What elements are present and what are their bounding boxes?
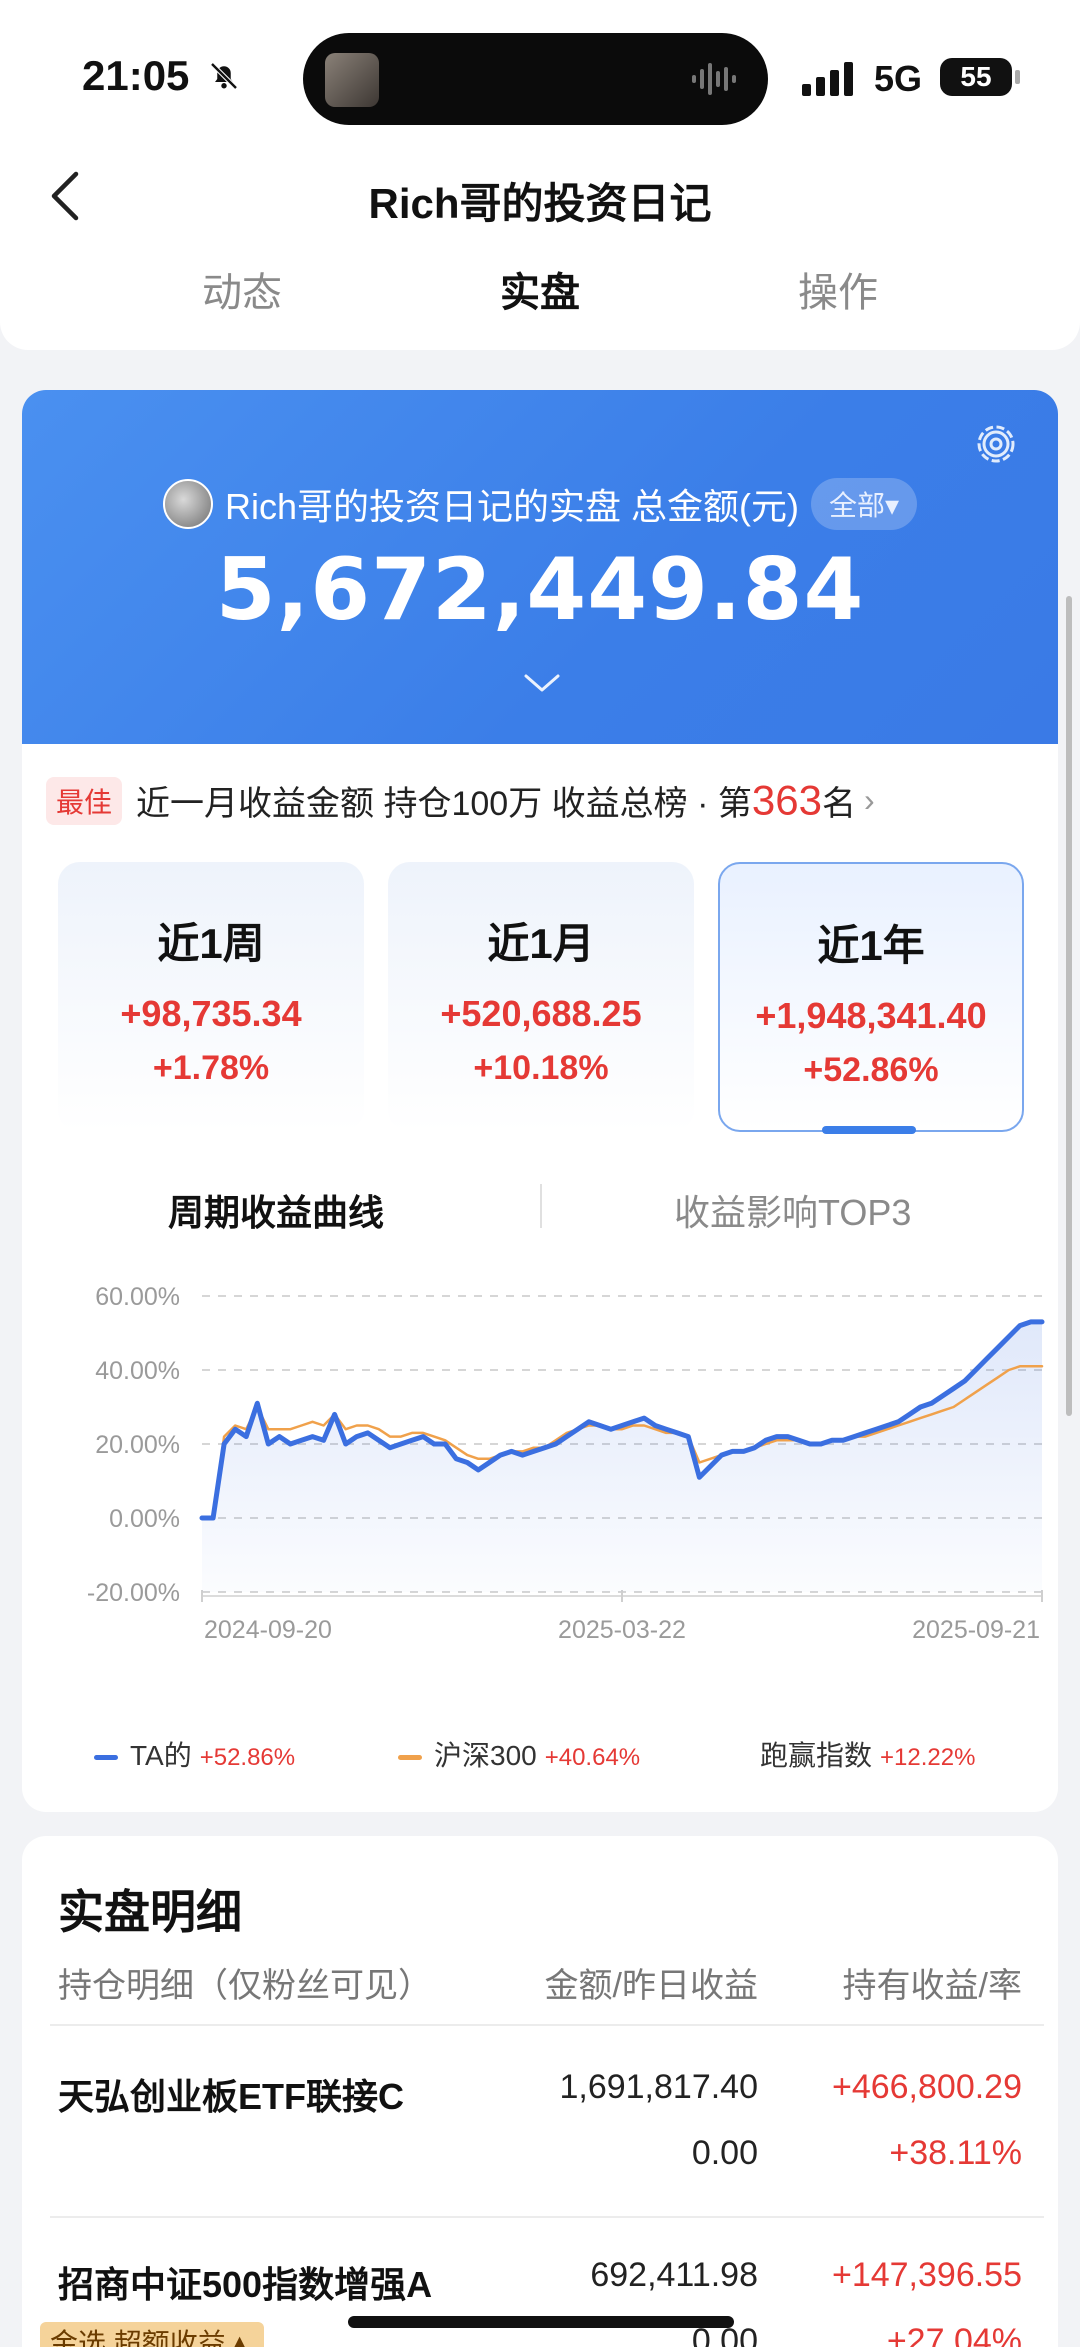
home-indicator[interactable] bbox=[348, 2316, 734, 2328]
period-name: 近1月 bbox=[487, 920, 595, 967]
legend-label: TA的 bbox=[130, 1740, 192, 1771]
dynamic-island[interactable] bbox=[303, 33, 768, 125]
y-tick-label: 40.00% bbox=[95, 1357, 180, 1385]
audio-wave-icon bbox=[692, 63, 736, 95]
tab-return-curve[interactable]: 周期收益曲线 bbox=[168, 1184, 384, 1236]
chevron-down-icon[interactable] bbox=[522, 670, 562, 696]
summary-header: Rich哥的投资日记的实盘 总金额(元) 全部▾ bbox=[22, 478, 1058, 530]
tab-feed[interactable]: 动态 bbox=[142, 260, 342, 318]
summary-label: Rich哥的投资日记的实盘 总金额(元) bbox=[224, 486, 799, 527]
ranking-text: 近一月收益金额 持仓100万 收益总榜 · 第 bbox=[136, 785, 752, 823]
y-tick-label: 20.00% bbox=[95, 1431, 180, 1459]
period-percent: +1.78% bbox=[152, 1049, 270, 1087]
fund-amount: 692,411.98 bbox=[590, 2256, 758, 2294]
gear-icon[interactable] bbox=[970, 418, 1022, 470]
fund-tag: 金选 超额收益▲ bbox=[40, 2322, 264, 2347]
tab-portfolio[interactable]: 实盘 bbox=[440, 260, 640, 318]
y-tick-label: 60.00% bbox=[95, 1283, 180, 1311]
legend-value: +52.86% bbox=[199, 1744, 296, 1771]
fund-yesterday: 0.00 bbox=[691, 2134, 758, 2172]
divider bbox=[50, 2216, 1044, 2218]
now-playing-thumbnail bbox=[325, 53, 379, 107]
legend-value: +40.64% bbox=[544, 1744, 641, 1771]
legend-swatch bbox=[94, 1755, 118, 1761]
period-amount: +520,688.25 bbox=[440, 993, 642, 1034]
y-tick-label: -20.00% bbox=[87, 1579, 180, 1607]
divider bbox=[50, 2024, 1044, 2026]
legend-swatch bbox=[398, 1755, 422, 1761]
fund-name: 招商中证500指数增强A bbox=[58, 2264, 433, 2305]
battery-icon: 55 bbox=[940, 58, 1020, 96]
x-tick-label: 2024-09-20 bbox=[204, 1616, 332, 1644]
ranking-suffix: 名 bbox=[821, 785, 856, 823]
legend-value: +12.22% bbox=[880, 1744, 976, 1771]
portfolio-summary: Rich哥的投资日记的实盘 总金额(元) 全部▾ 5,672,449.84 bbox=[22, 390, 1058, 744]
legend-label: 跑赢指数 bbox=[760, 1740, 873, 1771]
period-card-year[interactable]: 近1年 +1,948,341.40 +52.86% bbox=[718, 862, 1024, 1132]
period-name: 近1年 bbox=[817, 922, 925, 969]
fund-amount: 1,691,817.40 bbox=[559, 2068, 758, 2106]
period-percent: +10.18% bbox=[473, 1049, 609, 1087]
signal-icon bbox=[802, 62, 853, 96]
holdings-card: 实盘明细 持仓明细（仅粉丝可见） 金额/昨日收益 持有收益/率 天弘创业板ETF… bbox=[22, 1836, 1058, 2347]
return-curve-chart[interactable]: 60.00% 40.00% 20.00% 0.00% -20.00% 2024-09-20… bbox=[62, 1274, 1052, 1694]
x-tick-label: 2025-03-22 bbox=[558, 1616, 686, 1644]
period-card-month[interactable]: 近1月 +520,688.25 +10.18% bbox=[388, 862, 694, 1132]
best-badge: 最佳 bbox=[46, 776, 123, 825]
legend-ta: TA的 +52.86% bbox=[94, 1734, 295, 1774]
period-amount: +1,948,341.40 bbox=[755, 995, 987, 1036]
legend-label: 沪深300 bbox=[434, 1740, 537, 1771]
column-header-gain: 持有收益/率 bbox=[842, 1967, 1022, 2005]
period-card-week[interactable]: 近1周 +98,735.34 +1.78% bbox=[58, 862, 364, 1132]
clock: 21:05 bbox=[82, 52, 190, 99]
nav-header: Rich哥的投资日记 动态 实盘 操作 bbox=[0, 150, 1080, 350]
fund-rate: +27.04% bbox=[886, 2322, 1022, 2347]
period-percent: +52.86% bbox=[803, 1051, 939, 1089]
legend-csi300: 沪深300 +40.64% bbox=[398, 1734, 640, 1774]
avatar[interactable] bbox=[162, 479, 213, 529]
period-name: 近1周 bbox=[157, 920, 265, 967]
tab-top3-impact[interactable]: 收益影响TOP3 bbox=[674, 1184, 911, 1236]
fund-rate: +38.11% bbox=[889, 2134, 1022, 2172]
tab-divider bbox=[540, 1184, 542, 1228]
page-title: Rich哥的投资日记 bbox=[368, 180, 712, 227]
fund-gain: +147,396.55 bbox=[831, 2256, 1022, 2294]
chevron-right-icon: › bbox=[863, 782, 875, 818]
column-header-amount: 金额/昨日收益 bbox=[544, 1967, 758, 2005]
performance-card: 最佳 近一月收益金额 持仓100万 收益总榜 · 第363名 › 近1周 +98,7… bbox=[22, 744, 1058, 1812]
series-area-fill bbox=[202, 1321, 1042, 1592]
fund-name: 天弘创业板ETF联接C bbox=[58, 2076, 404, 2117]
column-header-holding: 持仓明细（仅粉丝可见） bbox=[58, 1967, 432, 2005]
fund-gain: +466,800.29 bbox=[831, 2068, 1022, 2106]
total-amount: 5,672,449.84 bbox=[215, 540, 865, 640]
network-type: 5G bbox=[874, 58, 923, 99]
status-bar: 21:05 5G 55 bbox=[0, 0, 1080, 150]
ranking-row[interactable]: 最佳 近一月收益金额 持仓100万 收益总榜 · 第363名 › bbox=[46, 776, 1036, 826]
tab-operations[interactable]: 操作 bbox=[738, 260, 938, 318]
tab-bar: 动态 实盘 操作 bbox=[0, 260, 1080, 330]
x-tick-label: 2025-09-21 bbox=[912, 1616, 1040, 1644]
period-selected-indicator bbox=[822, 1126, 916, 1134]
ranking-number: 363 bbox=[751, 776, 822, 824]
scrollbar[interactable] bbox=[1066, 596, 1072, 1416]
period-amount: +98,735.34 bbox=[120, 993, 302, 1034]
scope-dropdown[interactable]: 全部▾ bbox=[810, 478, 918, 530]
y-tick-label: 0.00% bbox=[109, 1505, 180, 1533]
legend-outperform: 跑赢指数 +12.22% bbox=[760, 1734, 975, 1774]
bell-muted-icon bbox=[210, 62, 238, 90]
section-title: 实盘明细 bbox=[58, 1886, 242, 1938]
